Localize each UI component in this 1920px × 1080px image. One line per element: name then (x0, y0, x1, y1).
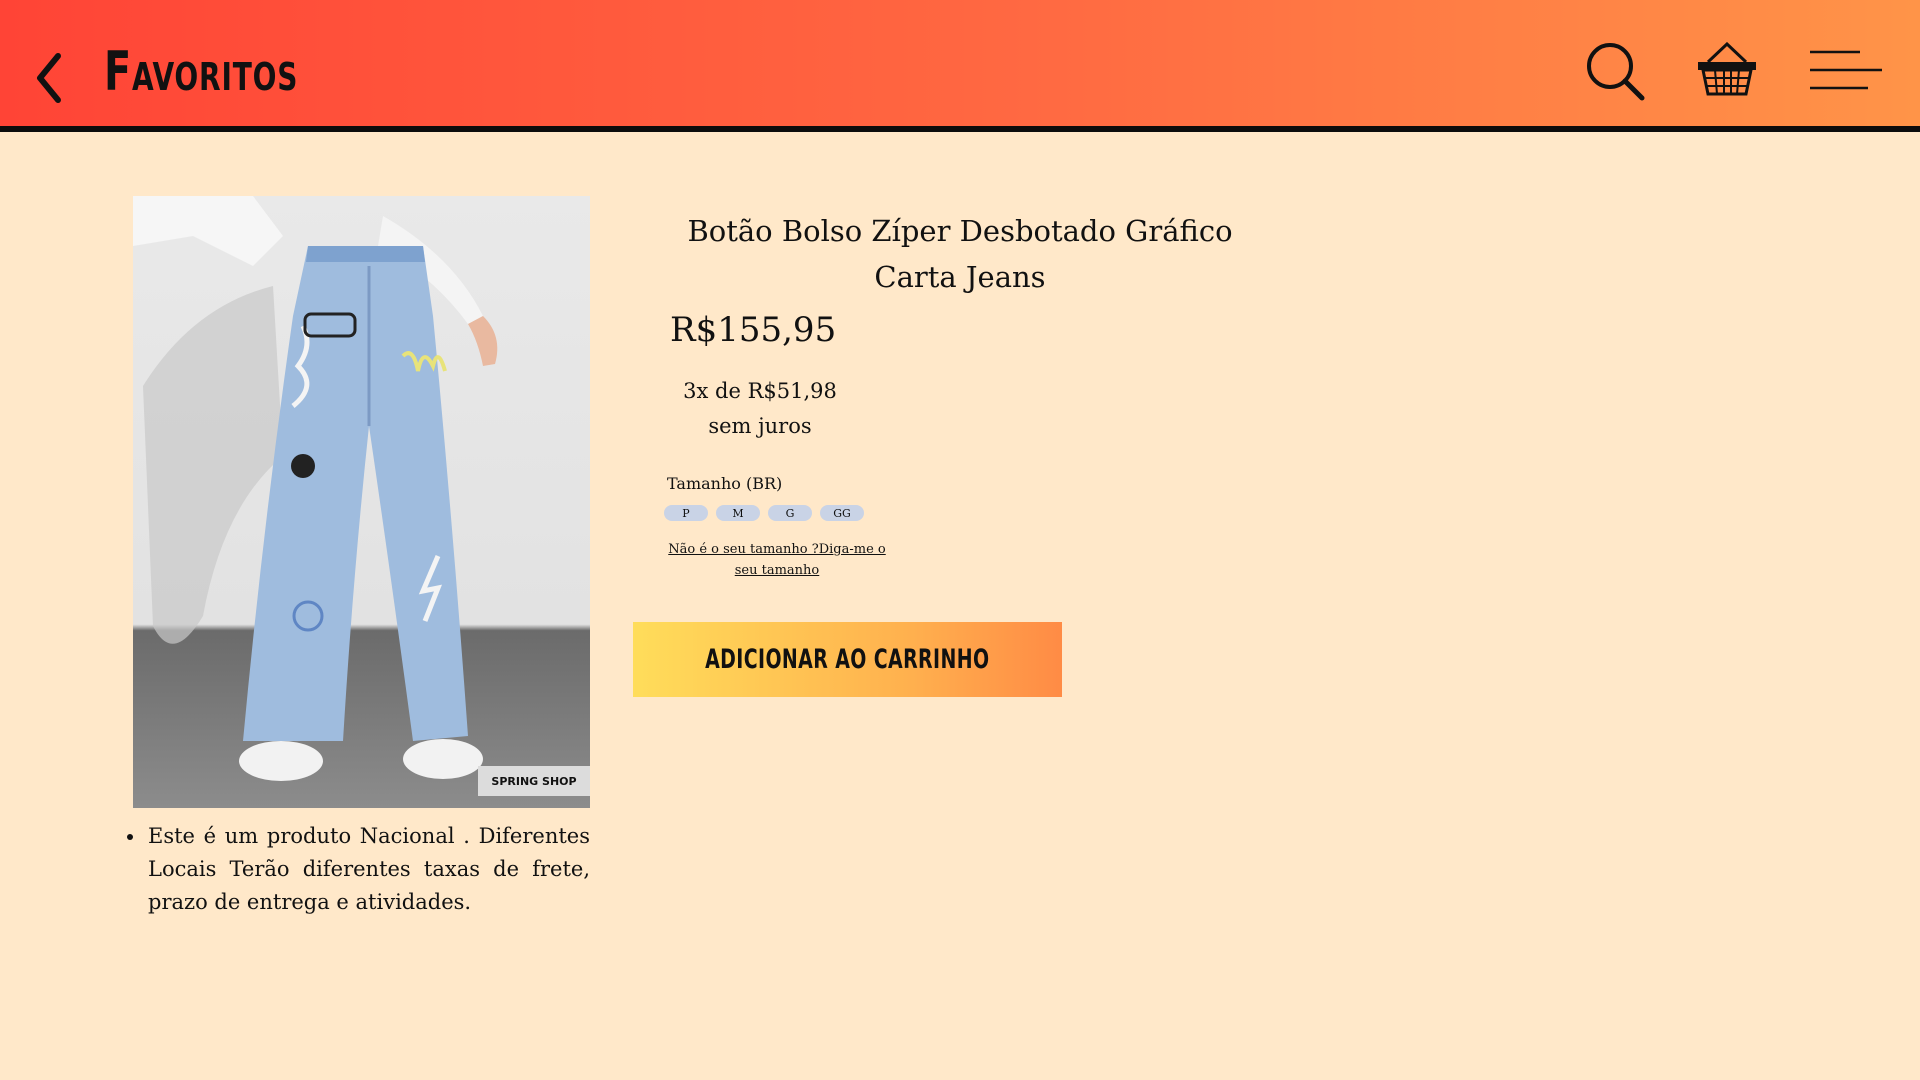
size-option-m[interactable]: M (716, 505, 760, 521)
app-header: Favoritos (0, 0, 1920, 132)
add-to-cart-button[interactable]: ADICIONAR AO CARRINHO (633, 622, 1062, 697)
product-description: Este é um produto Nacional . Diferentes … (127, 820, 590, 919)
menu-icon (1810, 50, 1882, 90)
size-option-gg[interactable]: GG (820, 505, 864, 521)
page-title: Favoritos (104, 40, 299, 103)
shop-tag: SPRING SHOP (478, 766, 590, 796)
size-option-p[interactable]: P (664, 505, 708, 521)
search-button[interactable] (1584, 40, 1646, 102)
size-option-g[interactable]: G (768, 505, 812, 521)
add-to-cart-label: ADICIONAR AO CARRINHO (705, 644, 990, 675)
product-image[interactable]: SPRING SHOP (133, 196, 590, 808)
installments-text: 3x de R$51,98 sem juros (683, 379, 837, 438)
product-name: Botão Bolso Zíper Desbotado Gráfico Cart… (687, 214, 1233, 294)
size-selector: P M G GG (664, 505, 864, 521)
product-price: R$155,95 (670, 310, 837, 350)
size-help-link[interactable]: Não é o seu tamanho ?Diga-me o seu taman… (665, 539, 889, 581)
back-button[interactable] (30, 48, 70, 108)
bullet-icon (127, 834, 133, 840)
menu-button[interactable] (1808, 48, 1884, 92)
description-text: Este é um produto Nacional . Diferentes … (148, 824, 590, 914)
basket-button[interactable] (1696, 41, 1758, 96)
size-label: Tamanho (BR) (667, 474, 783, 493)
basket-icon (1698, 41, 1756, 96)
jeans-illustration (133, 196, 498, 781)
search-icon (1587, 43, 1645, 101)
chevron-left-icon (37, 53, 61, 103)
